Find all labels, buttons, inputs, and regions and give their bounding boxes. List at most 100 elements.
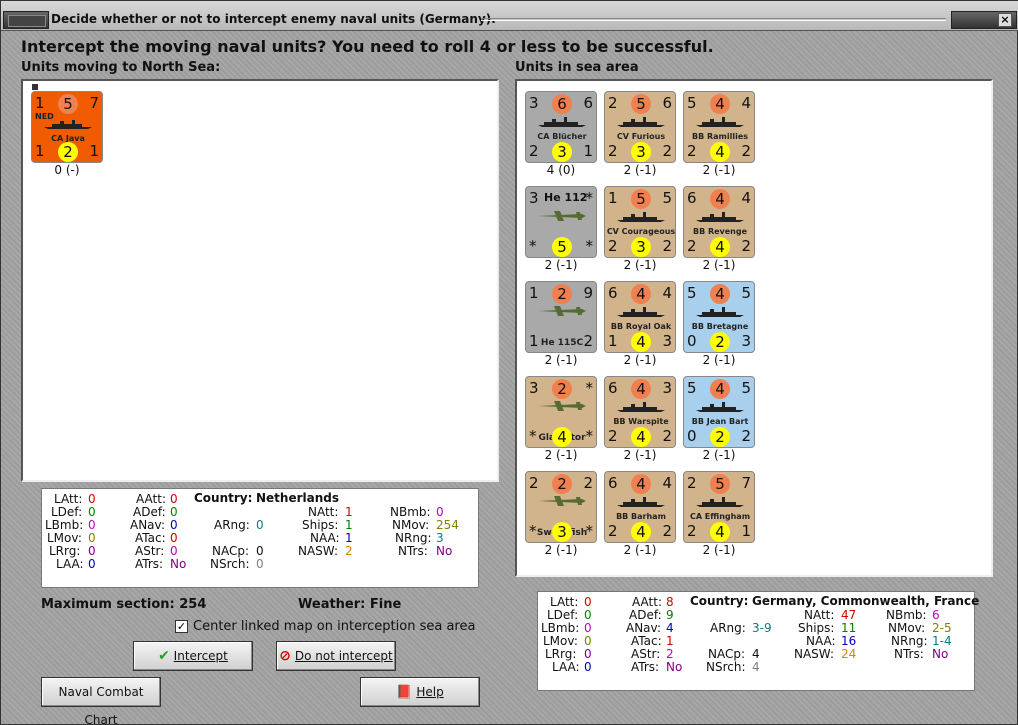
stat-label: ATac: (135, 531, 166, 545)
counter-value: 5 (552, 237, 572, 257)
counter-value: 5 (741, 379, 751, 397)
stat-label: ARng: (214, 518, 250, 532)
unit-counter[interactable]: 222Swordfish*3* (525, 471, 597, 543)
do-not-intercept-button[interactable]: ⊘ Do not intercept (276, 641, 396, 671)
stat-label: Ships: (798, 621, 835, 635)
stat-astr: 0 (170, 544, 178, 558)
counter-value: 3 (552, 522, 572, 542)
counter-value: 2 (608, 142, 618, 160)
unit-caption: 2 (-1) (702, 448, 736, 462)
warship-silhouette-icon (617, 117, 665, 127)
moving-units-label: Units moving to North Sea: (21, 60, 221, 75)
unit-counter[interactable]: 6 4 4 BB Barham 2 4 2 (604, 471, 676, 543)
stat-label: AStr: (135, 544, 165, 558)
stat-astr: 2 (666, 647, 674, 661)
unit-caption: 2 (-1) (702, 543, 736, 557)
unit-counter[interactable]: 6 4 3 BB Warspite 2 4 2 (604, 376, 676, 448)
counter-value: 2 (662, 427, 672, 445)
stack-marker-icon (32, 84, 38, 90)
unit-counter[interactable]: 5 4 5 BB Bretagne 0 2 3 (683, 281, 755, 353)
unit-counter[interactable]: 6 4 4 BB Revenge 2 4 2 (683, 186, 755, 258)
counter-value: * (529, 522, 537, 540)
counter-value: 2 (552, 284, 572, 304)
counter-value: 3 (529, 379, 539, 397)
help-button[interactable]: 📕 Help (360, 677, 480, 707)
stat-ldef: 0 (584, 608, 592, 622)
unit-caption: 2 (-1) (544, 448, 578, 462)
center-map-label[interactable]: Center linked map on interception sea ar… (193, 619, 475, 634)
stat-label: NRng: (891, 634, 928, 648)
stat-ldef: 0 (88, 505, 96, 519)
unit-counter[interactable]: 1 5 5 CV Courageous 2 3 2 (604, 186, 676, 258)
counter-value: 1 (89, 142, 99, 160)
dialog-window: Decide whether or not to intercept enemy… (0, 0, 1018, 725)
counter-value: 2 (741, 142, 751, 160)
counter-value: 1 (529, 284, 539, 302)
stat-nsrch: 0 (256, 557, 264, 571)
center-map-checkbox[interactable]: ✓ (175, 620, 188, 633)
warship-silhouette-icon (617, 402, 665, 412)
unit-counter-ca-java[interactable]: 1 5 7 NED CA Java 1 2 1 (31, 91, 103, 163)
unit-name: CV Courageous (606, 227, 676, 236)
counter-value: 4 (710, 379, 730, 399)
counter-value: 2 (687, 237, 697, 255)
unit-counter[interactable]: 32*Gladiator*4* (525, 376, 597, 448)
counter-value: 2 (552, 474, 572, 494)
unit-caption: 2 (-1) (702, 163, 736, 177)
counter-value: 4 (631, 332, 651, 352)
warship-silhouette-icon (696, 402, 744, 412)
stat-label: ANav: (130, 518, 166, 532)
intercept-button[interactable]: ✔ Intercept (133, 641, 253, 671)
stat-ntrs: No (932, 647, 949, 661)
stat-label: ATrs: (135, 557, 164, 571)
stat-natt: 47 (841, 608, 857, 622)
counter-value: 5 (687, 94, 697, 112)
counter-value: 2 (608, 94, 618, 112)
country-value: Germany, Commonwealth, France (752, 594, 980, 608)
unit-counter[interactable]: 2 5 7 CA Effingham 2 4 1 (683, 471, 755, 543)
close-button[interactable]: × (951, 11, 1017, 29)
unit-counter[interactable]: 1 2 9 He 115C 1 2 (525, 281, 597, 353)
stat-nacp: 0 (256, 544, 264, 558)
counter-value: 6 (583, 94, 593, 112)
system-menu-button[interactable] (3, 11, 49, 29)
stat-ships: 1 (345, 518, 353, 532)
stat-lbmb: 0 (88, 518, 96, 532)
unit-name: BB Revenge (692, 227, 748, 236)
stat-nacp: 4 (752, 647, 760, 661)
stat-label: NAA: (310, 531, 340, 545)
stat-label: LRrg: (49, 544, 81, 558)
stat-lmov: 0 (88, 531, 96, 545)
unit-name: CA Blücher (537, 132, 587, 141)
stat-naa: 1 (345, 531, 353, 545)
unit-counter[interactable]: 5 4 4 BB Ramillies 2 4 2 (683, 91, 755, 163)
counter-value: 3 (529, 94, 539, 112)
unit-caption: 0 (-) (54, 163, 80, 177)
counter-value: 9 (583, 284, 593, 302)
unit-counter[interactable]: 6 4 4 BB Royal Oak 1 4 3 (604, 281, 676, 353)
stat-label: ATac: (631, 634, 662, 648)
unit-counter[interactable]: 2 5 6 CV Furious 2 3 2 (604, 91, 676, 163)
counter-value: 2 (529, 142, 539, 160)
window-title: Decide whether or not to intercept enemy… (51, 12, 496, 26)
unit-counter[interactable]: 3 He 112 * * 5 * (525, 186, 597, 258)
naval-combat-chart-button[interactable]: Naval Combat Chart (41, 677, 161, 725)
counter-value: 0 (687, 427, 697, 445)
counter-value: 2 (687, 522, 697, 540)
stat-nsrch: 4 (752, 660, 760, 674)
stat-label: NSrch: (706, 660, 746, 674)
stat-lbmb: 0 (584, 621, 592, 635)
counter-value: 2 (687, 142, 697, 160)
checkmark-icon: ✓ (176, 620, 187, 633)
stat-nbmb: 6 (932, 608, 940, 622)
unit-counter[interactable]: 5 4 5 BB Jean Bart 0 2 2 (683, 376, 755, 448)
counter-value: 7 (89, 94, 99, 112)
intercept-question: Intercept the moving naval units? You ne… (21, 37, 714, 56)
aircraft-silhouette-icon (538, 401, 586, 411)
counter-value: 2 (741, 427, 751, 445)
counter-value: 4 (710, 522, 730, 542)
unit-caption: 2 (-1) (702, 353, 736, 367)
unit-counter[interactable]: 3 6 6 CA Blücher 2 3 1 (525, 91, 597, 163)
unit-caption: 2 (-1) (544, 353, 578, 367)
title-rule (481, 18, 946, 21)
